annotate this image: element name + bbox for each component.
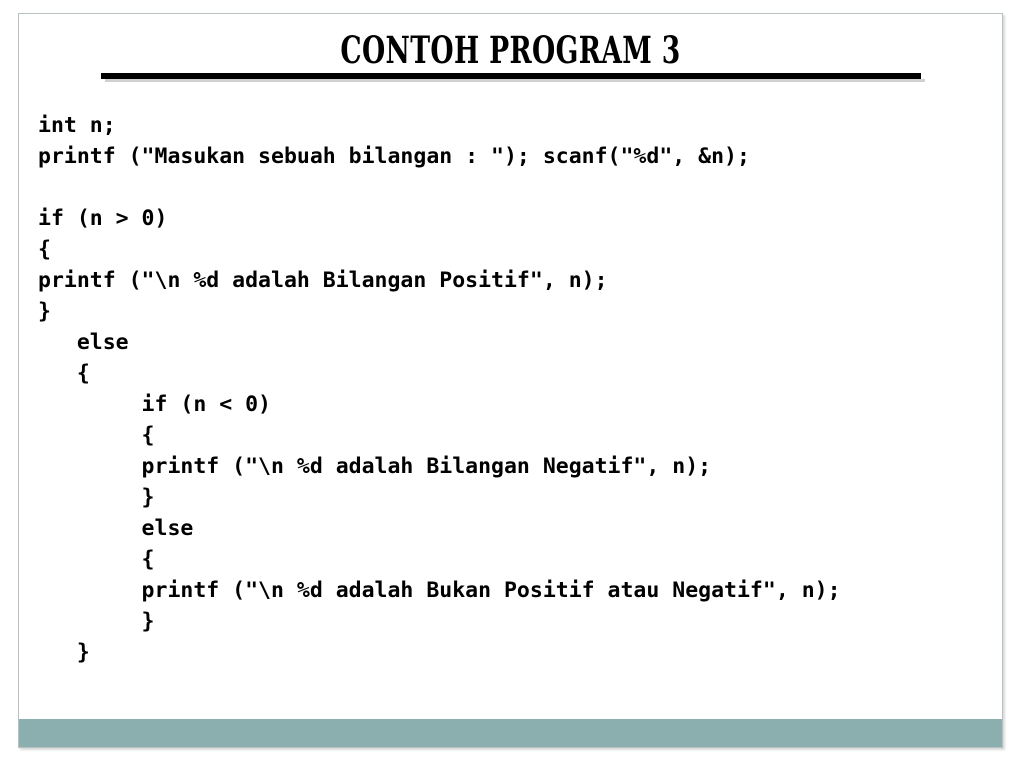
code-line: } [38,299,51,324]
code-line: else [38,516,194,541]
slide-canvas: CONTOH PROGRAM 3 int n; printf ("Masukan … [18,13,1003,748]
code-line: else [38,330,129,355]
code-line: printf ("\n %d adalah Bilangan Positif",… [38,268,608,293]
code-line: printf ("\n %d adalah Bilangan Negatif",… [38,454,712,479]
page-title: CONTOH PROGRAM 3 [340,28,681,72]
slide-title-block: CONTOH PROGRAM 3 [19,14,1002,92]
code-line: int n; [38,113,116,138]
code-line: { [38,237,51,262]
code-line: printf ("\n %d adalah Bukan Positif atau… [38,578,841,603]
code-line: } [38,485,155,510]
code-line: if (n < 0) [38,392,271,417]
code-line: } [38,640,90,665]
bottom-accent-bar [19,719,1002,747]
title-underline-shadow [105,79,925,82]
code-line: { [38,361,90,386]
code-line: } [38,609,155,634]
code-line: if (n > 0) [38,206,168,231]
code-line: { [38,547,155,572]
code-line: { [38,423,155,448]
code-listing: int n; printf ("Masukan sebuah bilangan :… [38,110,996,668]
code-line: printf ("Masukan sebuah bilangan : "); s… [38,144,750,169]
